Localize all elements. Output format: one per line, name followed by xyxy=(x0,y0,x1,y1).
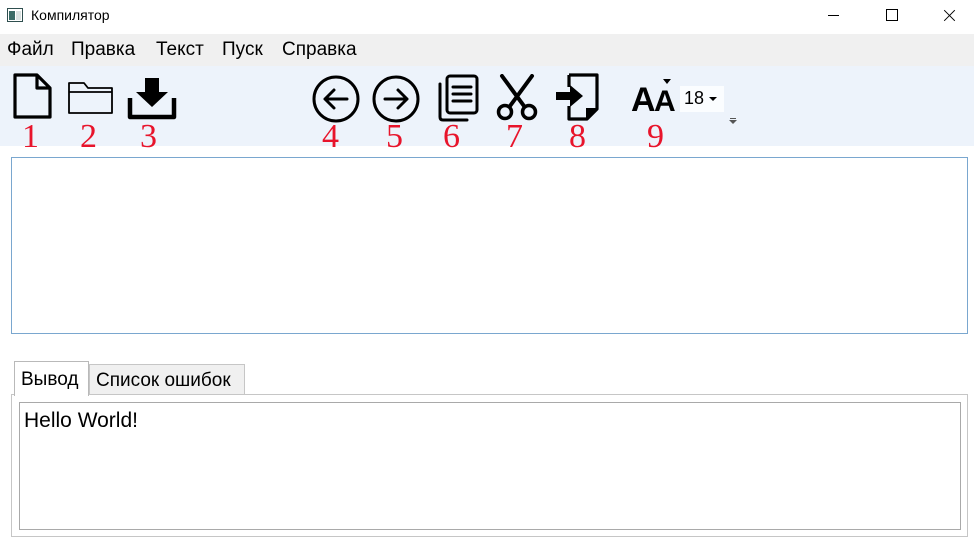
annotation-number-5: 5 xyxy=(386,118,403,155)
tab-output[interactable]: Вывод xyxy=(14,361,89,396)
menu-file[interactable]: Файл xyxy=(7,39,54,61)
redo-arrow-right-icon xyxy=(372,75,420,123)
font-size-value: 18 xyxy=(684,88,705,108)
menu-text[interactable]: Текст xyxy=(156,39,204,61)
svg-text:A: A xyxy=(631,81,656,116)
annotation-number-1: 1 xyxy=(22,118,39,155)
paste-import-icon xyxy=(556,73,599,121)
open-folder-icon xyxy=(68,82,113,114)
menu-bar: Файл Правка Текст Пуск Справка xyxy=(0,34,974,66)
new-file-button[interactable] xyxy=(10,72,54,120)
code-editor[interactable] xyxy=(11,157,968,334)
minimize-button[interactable] xyxy=(806,0,862,32)
cut-scissors-icon xyxy=(496,74,538,121)
chevron-down-icon xyxy=(709,97,717,101)
app-window-icon xyxy=(7,8,23,22)
close-button[interactable] xyxy=(920,0,974,32)
toolbar-overflow-icon[interactable] xyxy=(728,118,738,126)
save-download-icon xyxy=(127,78,177,120)
font-size-icon: A A xyxy=(631,79,676,116)
output-text: Hello World! xyxy=(24,409,138,432)
new-file-icon xyxy=(13,73,52,119)
font-size-dropdown[interactable]: 18 xyxy=(680,86,724,112)
paste-button[interactable] xyxy=(553,72,601,122)
menu-edit[interactable]: Правка xyxy=(71,39,135,61)
redo-button[interactable] xyxy=(372,75,420,123)
cut-button[interactable] xyxy=(494,74,540,122)
window-title: Компилятор xyxy=(31,7,110,23)
open-file-button[interactable] xyxy=(67,78,115,116)
output-textbox[interactable]: Hello World! xyxy=(19,402,961,530)
menu-help[interactable]: Справка xyxy=(282,39,357,61)
annotation-number-7: 7 xyxy=(506,118,523,155)
font-size-button[interactable]: A A xyxy=(630,76,680,116)
annotation-number-9: 9 xyxy=(647,118,664,155)
tab-error-list[interactable]: Список ошибок xyxy=(89,364,245,395)
copy-button[interactable] xyxy=(433,73,481,123)
title-bar: Компилятор xyxy=(0,0,974,32)
annotation-number-3: 3 xyxy=(140,118,157,155)
save-button[interactable] xyxy=(127,76,177,120)
menu-run[interactable]: Пуск xyxy=(222,39,263,61)
annotation-number-8: 8 xyxy=(569,118,586,155)
output-panel: Hello World! xyxy=(11,394,968,537)
svg-text:A: A xyxy=(654,85,676,116)
undo-arrow-left-icon xyxy=(312,75,360,123)
copy-icon xyxy=(438,74,479,122)
annotation-number-6: 6 xyxy=(443,118,460,155)
annotation-number-4: 4 xyxy=(322,118,339,155)
toolbar: 1 2 3 4 5 6 7 8 A A 18 9 xyxy=(0,66,974,154)
maximize-button[interactable] xyxy=(864,0,920,32)
annotation-number-2: 2 xyxy=(80,118,97,155)
undo-button[interactable] xyxy=(312,75,360,123)
